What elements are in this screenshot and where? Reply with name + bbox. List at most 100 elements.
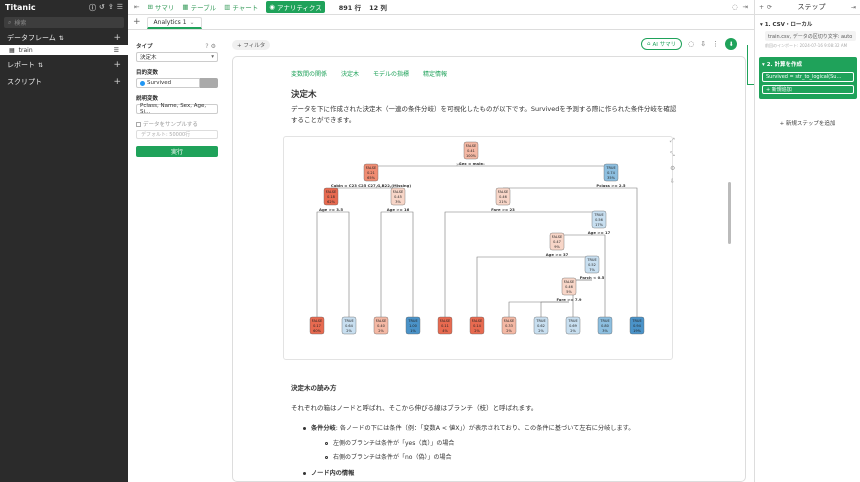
search-input[interactable]: ⌕ 検索: [4, 17, 124, 28]
search-icon: ⌕: [8, 18, 12, 26]
download-icon[interactable]: ⇩: [700, 40, 706, 48]
add-step-button[interactable]: + 新規ステップを追加: [755, 119, 860, 127]
tree-node-text: FALSE: [326, 190, 336, 194]
tree-node-text: 0.18: [327, 195, 335, 199]
item-menu-icon[interactable]: ☰: [114, 47, 119, 54]
collapse-icon[interactable]: ⇤: [134, 3, 139, 11]
tree-node-text: 9%: [554, 245, 560, 249]
chart-label: チャート: [232, 4, 259, 12]
ai-summary-button[interactable]: ⌂ AI サマリ: [641, 38, 683, 50]
expand-icon[interactable]: ⇥: [743, 3, 748, 11]
more-icon[interactable]: ⋮: [712, 40, 719, 48]
tab-decision-tree[interactable]: 決定木: [341, 69, 359, 78]
checkbox-icon[interactable]: [136, 121, 141, 127]
settings-icon[interactable]: ⚙: [670, 165, 675, 172]
target-toggle[interactable]: [200, 78, 218, 88]
add-dataframe-button[interactable]: +: [113, 33, 121, 43]
tree-branch: [476, 256, 557, 317]
tree-leaf-text: 4%: [442, 329, 448, 333]
result-tabs: 変数間の関係 決定木 モデルの指標 精定情報: [291, 69, 447, 78]
filter-button[interactable]: + フィルタ: [232, 40, 271, 50]
tree-leaf-text: 0.94: [633, 324, 642, 328]
tree-branch: [380, 211, 398, 317]
explanatory-label: 説明変数: [136, 96, 159, 102]
tab-model-metrics[interactable]: モデルの指標: [373, 69, 409, 78]
step-2-formula[interactable]: Survived = str_to_logical(Su…: [762, 72, 854, 82]
sample-size-input[interactable]: デフォルト: 50000行: [136, 130, 218, 139]
tree-node-text: TRUE: [593, 213, 603, 217]
grid-icon: ⊞: [147, 3, 153, 11]
scripts-section[interactable]: スクリプト +: [0, 75, 128, 89]
tree-node-text: 0.45: [394, 195, 402, 199]
step-1-detail[interactable]: train.csv, データの区切り文字: auto: [765, 31, 856, 41]
tree-condition: Parch < 0.5: [580, 275, 605, 280]
dataframes-section[interactable]: データフレーム ⇅ +: [0, 31, 128, 45]
dataframe-item-train[interactable]: ▦ train ☰: [0, 45, 128, 55]
expand-icon[interactable]: ⇥: [851, 4, 856, 11]
explanatory-select[interactable]: Pclass, Name, Sex, Age, Si…: [136, 103, 218, 115]
dataframe-label: train: [18, 46, 33, 54]
upload-icon[interactable]: ⇪: [108, 3, 114, 13]
how-to-read-desc: それぞれの箱はノードと呼ばれ、そこから伸びる線はブランチ（枝）と呼ばれます。: [291, 404, 538, 412]
tree-node-text: 0.56: [595, 218, 603, 222]
tab-info[interactable]: 精定情報: [423, 69, 447, 78]
step-2-add-button[interactable]: + 新規追加: [762, 85, 854, 94]
summary-button[interactable]: ⊞ サマリ: [147, 2, 174, 12]
tree-leaf-text: 1.00: [409, 324, 417, 328]
tree-node-text: 0.21: [367, 171, 375, 175]
add-script-button[interactable]: +: [113, 77, 121, 87]
step-2[interactable]: ▾ 2. 計算を作成 Survived = str_to_logical(Su……: [759, 57, 857, 99]
app-title: Titanic: [5, 3, 36, 12]
sub-bullet-left-text: 左側のブランチは条件が「yes（真）」の場合: [333, 440, 455, 447]
bank-icon: ⌂: [647, 41, 651, 47]
gear-icon[interactable]: ⚙: [211, 43, 218, 50]
chart-button[interactable]: ▥ チャート: [224, 2, 258, 12]
steps-panel: + ⟳ ステップ ⇥ ▾ 1. CSV・ローカル train.csv, データの…: [754, 0, 860, 482]
tab-analytics-1[interactable]: Analytics 1 ⌄: [146, 17, 202, 29]
add-report-button[interactable]: +: [113, 60, 121, 70]
tree-node-text: FALSE: [466, 144, 476, 148]
tree-leaf-text: 2%: [506, 329, 512, 333]
tree-branch: [503, 211, 600, 213]
scrollbar[interactable]: [728, 182, 731, 244]
menu-icon[interactable]: ☰: [117, 3, 123, 13]
info-icon[interactable]: ⓘ: [89, 3, 96, 13]
chevron-down-icon[interactable]: ⌄: [190, 19, 195, 26]
run-button[interactable]: 実行: [136, 146, 218, 157]
tree-leaf-text: 0.14: [473, 324, 482, 328]
ai-summary-label: AI サマリ: [652, 42, 677, 48]
sample-checkbox[interactable]: データをサンプルする: [136, 120, 218, 128]
pin-icon[interactable]: ⬇: [725, 38, 738, 50]
zoom-in-icon[interactable]: ⤢: [670, 137, 675, 145]
tree-node-text: FALSE: [366, 166, 376, 170]
type-label-text: タイプ: [136, 44, 153, 50]
step-1-title[interactable]: ▾ 1. CSV・ローカル: [755, 15, 860, 28]
tree-node-text: 35%: [607, 176, 615, 180]
add-icon[interactable]: +: [759, 4, 764, 11]
tree-condition: Pclass >= 2.5: [596, 183, 626, 188]
fullscreen-icon[interactable]: ⤡: [670, 151, 675, 159]
tree-leaf-text: FALSE: [312, 319, 322, 323]
scripts-label: スクリプト: [7, 78, 42, 86]
sort-icon[interactable]: ⇅: [59, 35, 64, 42]
comment-icon[interactable]: ◌: [732, 3, 738, 11]
sort-icon[interactable]: ⇅: [38, 62, 43, 69]
no-label: no: [481, 162, 485, 166]
type-select[interactable]: 決定木 ▾: [136, 52, 218, 62]
reports-section[interactable]: レポート ⇅ +: [0, 58, 128, 72]
bullet-bold: 条件分岐: [311, 425, 336, 432]
history-icon[interactable]: ↺: [99, 3, 105, 13]
comment-icon[interactable]: ◌: [688, 40, 694, 48]
variable-dot-icon: [140, 80, 145, 86]
add-tab-button[interactable]: +: [133, 17, 141, 27]
tree-branch: [316, 211, 331, 317]
tab-relations[interactable]: 変数間の関係: [291, 69, 327, 78]
analytics-button[interactable]: ◉ アナリティクス: [266, 1, 325, 13]
step-1-title-text: 1. CSV・ローカル: [764, 22, 813, 28]
target-select[interactable]: Survived: [136, 78, 218, 88]
table-label: テーブル: [190, 4, 217, 12]
download-icon[interactable]: ⇩: [670, 178, 675, 185]
table-button[interactable]: ▦ テーブル: [182, 2, 216, 12]
tree-node-text: TRUE: [586, 258, 596, 262]
tree-node-text: 0.74: [607, 171, 616, 175]
